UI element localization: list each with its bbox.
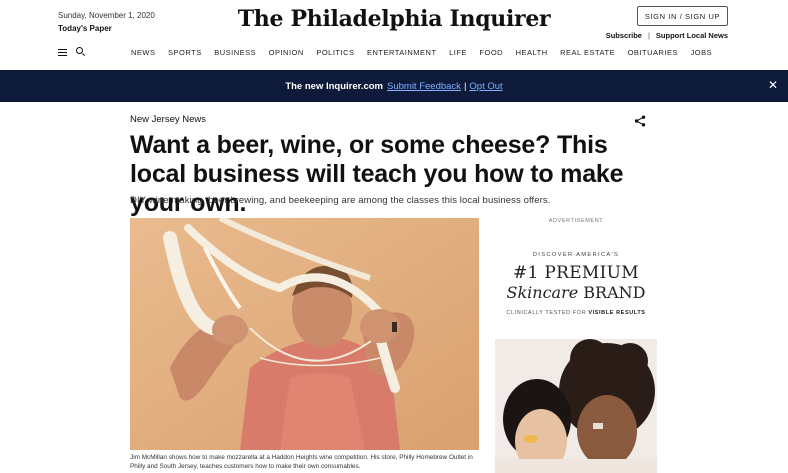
photo-caption: Jim McMillan shows how to make mozzarell…	[130, 454, 473, 470]
ad-tagline-text: CLINICALLY TESTED FOR	[506, 310, 589, 316]
submit-feedback-link[interactable]: Submit Feedback	[387, 81, 461, 92]
nav-item-business[interactable]: BUSINESS	[214, 48, 256, 57]
search-icon[interactable]	[76, 47, 83, 54]
close-icon[interactable]: ✕	[768, 79, 778, 91]
sign-in-button[interactable]: SIGN IN / SIGN UP	[637, 6, 728, 26]
nav-item-sports[interactable]: SPORTS	[168, 48, 202, 57]
article-dek: DIY wine making, beer brewing, and beeke…	[130, 195, 551, 206]
nav-item-health[interactable]: HEALTH	[516, 48, 548, 57]
nav-item-real-estate[interactable]: REAL ESTATE	[560, 48, 615, 57]
lead-photo[interactable]	[130, 218, 479, 450]
nav-item-entertainment[interactable]: ENTERTAINMENT	[367, 48, 437, 57]
support-local-news-link[interactable]: Support Local News	[656, 31, 728, 40]
ad-discover-text: DISCOVER AMERICA'S	[532, 252, 620, 258]
banner-separator: |	[463, 80, 467, 92]
nav-item-obituaries[interactable]: OBITUARIES	[628, 48, 678, 57]
nav-item-politics[interactable]: POLITICS	[316, 48, 354, 57]
banner-title: The new Inquirer.com	[285, 80, 383, 92]
share-icon[interactable]	[634, 114, 646, 127]
subscribe-link[interactable]: Subscribe	[606, 31, 642, 40]
ad-headline: #1 PREMIUM	[513, 263, 639, 283]
masthead: Sunday, November 1, 2020 Today's Paper T…	[0, 0, 788, 70]
nav-items: NEWS SPORTS BUSINESS OPINION POLITICS EN…	[131, 48, 725, 57]
skincare-ad[interactable]: DISCOVER AMERICA'S #1 PREMIUM Skincare B…	[495, 233, 657, 473]
section-label[interactable]: New Jersey News	[130, 114, 206, 125]
ad-tagline-bold: VISIBLE RESULTS	[588, 310, 646, 316]
feedback-banner: The new Inquirer.com Submit Feedback | O…	[0, 70, 788, 102]
nav-item-jobs[interactable]: JOBS	[691, 48, 713, 57]
link-separator: |	[647, 31, 650, 40]
nav-item-opinion[interactable]: OPINION	[269, 48, 304, 57]
nav-item-food[interactable]: FOOD	[479, 48, 503, 57]
opt-out-link[interactable]: Opt Out	[469, 81, 502, 92]
ad-tagline: CLINICALLY TESTED FOR VISIBLE RESULTS	[495, 310, 657, 316]
subscribe-links: Subscribe | Support Local News	[606, 31, 728, 40]
ad-brand-rest: BRAND	[578, 283, 646, 302]
ad-label: ADVERTISEMENT	[548, 218, 604, 224]
ad-brand-text: Skincare BRAND	[495, 283, 657, 302]
ad-photo	[495, 339, 657, 473]
main-nav: NEWS SPORTS BUSINESS OPINION POLITICS EN…	[0, 45, 788, 61]
hamburger-icon[interactable]	[58, 49, 67, 56]
nav-item-news[interactable]: NEWS	[131, 48, 156, 57]
ad-brand-italic: Skincare	[506, 283, 579, 302]
nav-item-life[interactable]: LIFE	[449, 48, 467, 57]
